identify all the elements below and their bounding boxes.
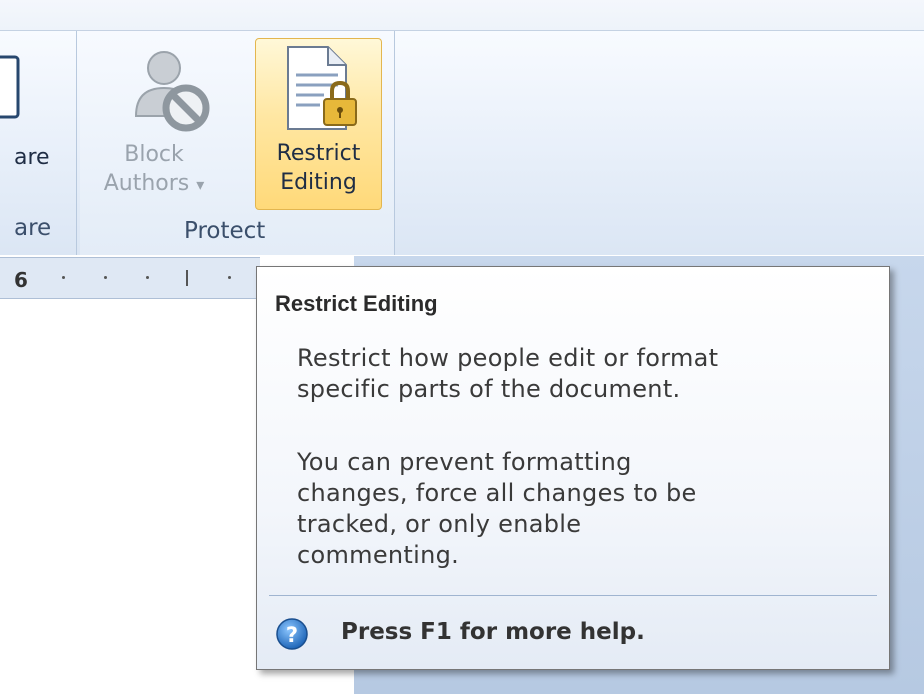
- document-lock-icon: [287, 46, 357, 130]
- svg-text:?: ?: [286, 623, 298, 647]
- tooltip-detail-line3: tracked, or only enable: [297, 510, 582, 538]
- ruler-dot: [104, 276, 107, 279]
- protect-group-label: Protect: [184, 218, 266, 244]
- super-tooltip: Restrict Editing Restrict how people edi…: [256, 266, 890, 670]
- ribbon-tab-strip: [0, 0, 924, 31]
- block-authors-icon: [134, 51, 210, 132]
- chevron-down-icon[interactable]: ▾: [196, 175, 204, 194]
- block-authors-label-line2: Authors ▾: [94, 169, 214, 199]
- tooltip-title: Restrict Editing: [275, 291, 438, 316]
- block-authors-button[interactable]: Block Authors ▾: [94, 40, 254, 210]
- ruler-dot: [146, 276, 149, 279]
- tooltip-divider: [269, 595, 877, 596]
- ribbon-group-left: are are: [0, 31, 77, 255]
- left-group-label: are: [14, 215, 52, 241]
- ruler-dot: [62, 276, 65, 279]
- tooltip-description: Restrict how people edit or format speci…: [297, 343, 857, 405]
- compare-icon[interactable]: [0, 55, 22, 125]
- block-authors-label-line2-text: Authors: [103, 171, 190, 196]
- tooltip-description-line2: specific parts of the document.: [297, 375, 681, 403]
- tooltip-description-line1: Restrict how people edit or format: [297, 344, 719, 372]
- restrict-editing-label-line1: Restrict: [276, 141, 361, 166]
- tooltip-help-text: Press F1 for more help.: [341, 619, 645, 645]
- restrict-editing-label-line2: Editing: [280, 170, 357, 195]
- tooltip-detail-line1: You can prevent formatting: [297, 448, 632, 476]
- block-authors-label: Block Authors ▾: [94, 140, 214, 199]
- tooltip-detail-line2: changes, force all changes to be: [297, 479, 697, 507]
- restrict-editing-button[interactable]: Restrict Editing: [255, 38, 382, 210]
- ruler-number: 6: [14, 268, 28, 292]
- restrict-editing-label: Restrict Editing: [256, 139, 381, 197]
- compare-button-label[interactable]: are: [14, 143, 50, 172]
- horizontal-ruler[interactable]: 6: [0, 257, 260, 299]
- block-authors-label-line1: Block: [124, 142, 184, 167]
- tooltip-detail: You can prevent formatting changes, forc…: [297, 447, 857, 571]
- help-icon: ?: [276, 618, 308, 650]
- ruler-tick: [186, 270, 188, 286]
- tooltip-detail-line4: commenting.: [297, 541, 460, 569]
- ruler-dot: [228, 276, 231, 279]
